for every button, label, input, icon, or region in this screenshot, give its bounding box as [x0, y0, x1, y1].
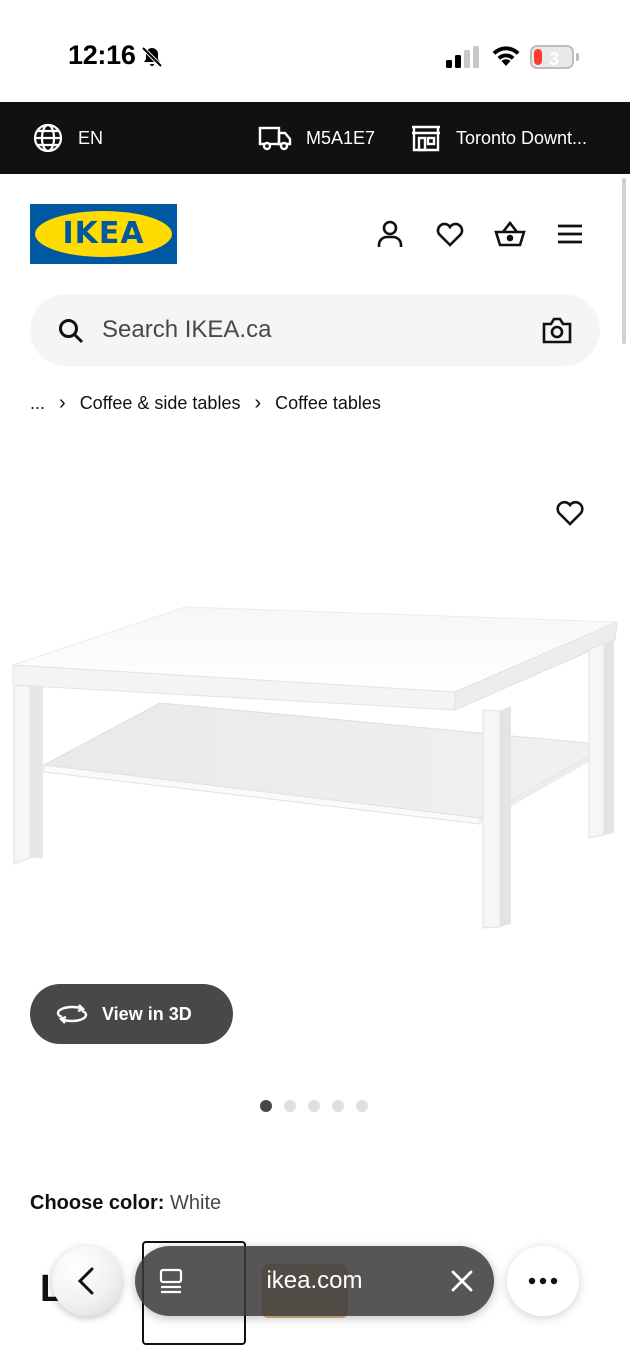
- breadcrumb-coffee-tables[interactable]: Coffee tables: [275, 393, 381, 414]
- browser-back-button[interactable]: [52, 1246, 122, 1316]
- postal-code-label: M5A1E7: [306, 127, 376, 148]
- breadcrumb-ellipsis[interactable]: ...: [30, 393, 45, 414]
- scrollbar[interactable]: [622, 178, 626, 344]
- store-label: Toronto Downt...: [456, 127, 588, 148]
- breadcrumb: ... › Coffee & side tables › Coffee tabl…: [30, 392, 381, 414]
- carousel-dot[interactable]: [332, 1100, 344, 1112]
- language-selector[interactable]: EN: [32, 102, 103, 174]
- more-dots-icon: [528, 1277, 558, 1285]
- address-bar[interactable]: ikea.com: [135, 1246, 494, 1316]
- favourites-icon[interactable]: [434, 218, 466, 250]
- battery-level: 3: [548, 49, 559, 69]
- choose-color-label: Choose color:: [30, 1192, 165, 1214]
- status-time: 12:16: [68, 40, 136, 70]
- carousel-dot[interactable]: [308, 1100, 320, 1112]
- top-utility-bar: EN M5A1E7 Toronto Downt...: [0, 102, 630, 174]
- logo-text: IKEA: [62, 216, 145, 251]
- search-input[interactable]: [102, 294, 522, 366]
- view-in-3d-button[interactable]: View in 3D: [30, 984, 233, 1044]
- choose-color-row: Choose color: White: [30, 1192, 221, 1215]
- url-text: ikea.com: [266, 1267, 363, 1294]
- carousel-dot[interactable]: [260, 1100, 272, 1112]
- cellular-signal-icon: [446, 46, 479, 68]
- battery-icon: 3: [530, 45, 579, 69]
- menu-icon[interactable]: [554, 218, 586, 250]
- choose-color-value: White: [170, 1192, 222, 1214]
- carousel-dot[interactable]: [284, 1100, 296, 1112]
- save-to-favourites-icon[interactable]: [554, 497, 586, 527]
- store-icon: [412, 125, 440, 152]
- product-image[interactable]: [0, 440, 630, 980]
- close-icon[interactable]: [449, 1268, 475, 1294]
- breadcrumb-coffee-side-tables[interactable]: Coffee & side tables: [80, 393, 241, 414]
- bell-slash-icon: [141, 46, 163, 68]
- browser-more-button[interactable]: [507, 1246, 579, 1316]
- cart-icon[interactable]: [494, 218, 526, 250]
- chevron-right-icon: ›: [254, 391, 262, 414]
- globe-icon: [33, 123, 63, 153]
- ikea-logo[interactable]: IKEA: [30, 204, 177, 264]
- account-icon[interactable]: [374, 218, 406, 250]
- wifi-icon: [492, 46, 520, 66]
- image-carousel-dots: [260, 1100, 380, 1112]
- site-header: IKEA: [0, 174, 630, 286]
- carousel-dot[interactable]: [356, 1100, 368, 1112]
- postal-code-selector[interactable]: M5A1E7: [258, 102, 375, 174]
- delivery-truck-icon: [258, 126, 292, 151]
- chevron-right-icon: ›: [59, 391, 66, 414]
- view-in-3d-label: View in 3D: [102, 1003, 192, 1024]
- search-icon: [59, 319, 84, 344]
- search-bar[interactable]: [30, 294, 600, 366]
- status-bar: 12:16 3: [0, 0, 630, 102]
- rotate-3d-icon: [56, 1004, 88, 1024]
- chevron-left-icon: [77, 1267, 94, 1295]
- store-selector[interactable]: Toronto Downt...: [410, 102, 587, 174]
- camera-search-icon[interactable]: [542, 316, 572, 344]
- language-label: EN: [78, 127, 104, 148]
